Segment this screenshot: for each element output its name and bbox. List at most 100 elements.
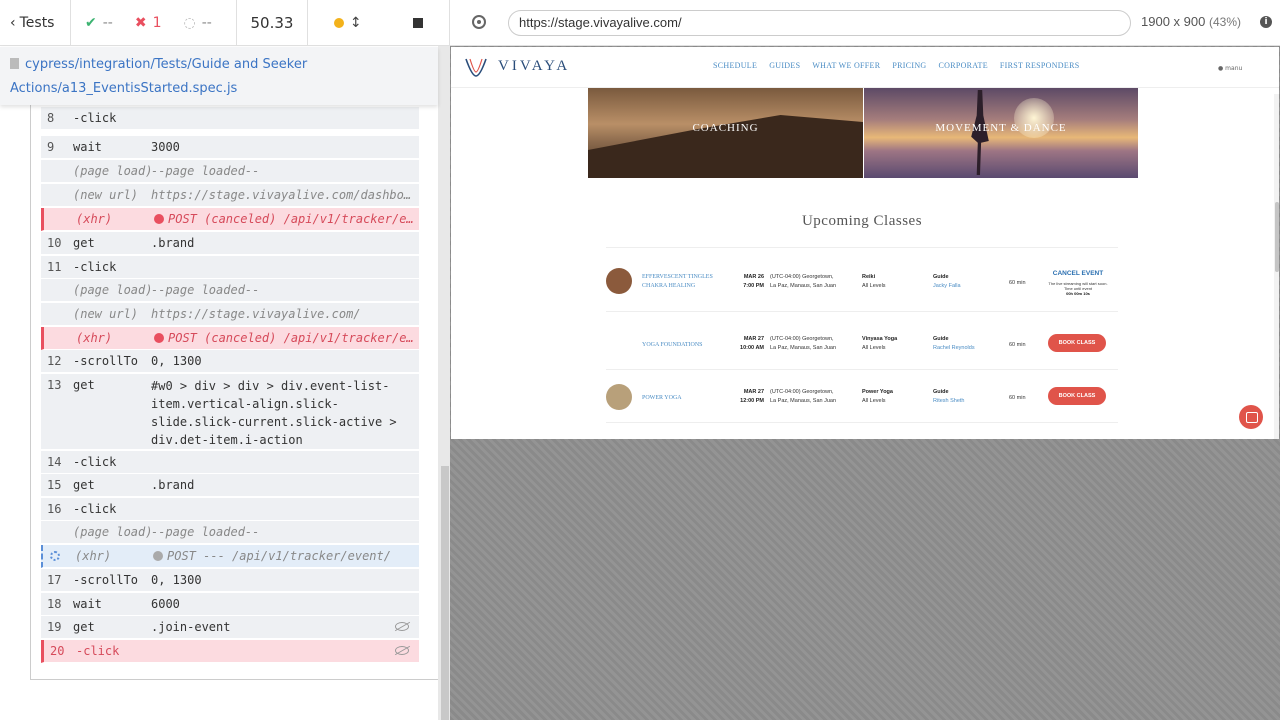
command-row[interactable]: (new url) https://stage.vivayalive.com/ (41, 303, 419, 326)
command-message-text: POST (canceled) /api/v1/tracker/e… (168, 212, 414, 226)
tests-button[interactable]: ‹ Tests (0, 0, 71, 46)
selector-playground-icon[interactable] (472, 15, 486, 29)
hero-label: MOVEMENT & DANCE (935, 122, 1067, 134)
stop-icon[interactable] (413, 17, 424, 28)
guide-avatar[interactable] (606, 384, 632, 410)
error-dot-icon (154, 333, 164, 343)
class-type: Power Yoga All Levels (862, 388, 922, 406)
command-row[interactable]: 10 get .brand (41, 232, 419, 255)
command-name: -scrollTo (73, 354, 139, 368)
hero-coaching-tile[interactable]: COACHING (588, 88, 863, 178)
site-nav: SCHEDULE GUIDES WHAT WE OFFER PRICING CO… (713, 61, 1079, 70)
info-icon[interactable]: i (1260, 16, 1272, 28)
class-duration: 60 min (1009, 342, 1026, 348)
command-message: POST (canceled) /api/v1/tracker/e… (154, 208, 419, 231)
pending-dot-icon (153, 551, 163, 561)
section-title: Upcoming Classes (801, 213, 923, 229)
command-row[interactable]: 14 -click (41, 451, 419, 474)
guide-name[interactable]: Ritesh Sheth (933, 397, 1003, 406)
reporter-scrollbar-thumb[interactable] (441, 466, 449, 720)
command-row[interactable]: 19 get .join-event (41, 616, 419, 639)
class-timezone: (UTC-04:00) Georgetown, La Paz, Manaus, … (770, 335, 860, 353)
command-message: https://stage.vivayalive.com/ (151, 307, 361, 321)
command-row[interactable]: 17 -scrollTo 0, 1300 (41, 569, 419, 592)
class-name[interactable]: YOGA FOUNDATIONS (642, 341, 722, 350)
command-row-pending[interactable]: (xhr) POST --- /api/v1/tracker/event/ (41, 545, 419, 568)
app-under-test: https://stage.vivayalive.com/ 1900 x 900… (450, 0, 1280, 720)
nav-pricing[interactable]: PRICING (892, 61, 926, 70)
auto-scroll-icon[interactable]: ↕ (350, 15, 362, 31)
command-number: 16 (47, 502, 62, 516)
command-row-failed[interactable]: 20 -click (41, 640, 419, 663)
running-dot-icon (333, 17, 344, 28)
command-name: get (73, 378, 95, 392)
command-row[interactable]: 11 -click (41, 256, 419, 279)
command-row[interactable]: (page load) --page loaded-- (41, 279, 419, 302)
command-message: .brand (151, 236, 195, 250)
command-row-failed[interactable]: (xhr) POST (canceled) /api/v1/tracker/e… (41, 208, 419, 231)
command-row[interactable]: (new url) https://stage.vivayalive.com/d… (41, 184, 419, 207)
spec-file-header[interactable]: cypress/integration/Tests/Guide and Seek… (0, 47, 438, 105)
file-icon (10, 58, 19, 69)
command-message: 0, 1300 (151, 573, 202, 587)
command-name: (new url) (73, 188, 139, 202)
guide-avatar[interactable] (606, 268, 632, 294)
command-row[interactable]: (page load) --page loaded-- (41, 521, 419, 544)
url-field[interactable]: https://stage.vivayalive.com/ (508, 10, 1131, 36)
book-class-button[interactable]: BOOK CLASS (1048, 334, 1106, 352)
cancel-event-button[interactable]: CANCEL EVENT (1044, 270, 1112, 277)
countdown: 00h 00m 10s (1066, 291, 1090, 296)
user-menu[interactable]: ● manu (1218, 65, 1242, 72)
command-row[interactable]: 9 wait 3000 (41, 136, 419, 159)
class-time: 12:00 PM (740, 398, 764, 404)
nav-corporate[interactable]: CORPORATE (939, 61, 988, 70)
class-name[interactable]: EFFERVESCENT TINGLES CHAKRA HEALING (642, 273, 722, 291)
nav-what-we-offer[interactable]: WHAT WE OFFER (812, 61, 880, 70)
command-row[interactable]: 8 -click (41, 107, 419, 130)
cross-icon: ✖ (134, 14, 147, 31)
command-row-failed[interactable]: (xhr) POST (canceled) /api/v1/tracker/e… (41, 327, 419, 350)
book-class-button[interactable]: BOOK CLASS (1048, 387, 1106, 405)
command-name: get (73, 478, 95, 492)
class-date: MAR 27 (743, 336, 764, 342)
nav-first-responders[interactable]: FIRST RESPONDERS (1000, 61, 1080, 70)
class-name[interactable]: POWER YOGA (642, 394, 722, 403)
guide-name[interactable]: Rachel Reynolds (933, 344, 1003, 353)
cancel-event: CANCEL EVENT The live streaming will sta… (1044, 270, 1112, 296)
command-row[interactable]: 13 get #w0 > div > div > div.event-list-… (41, 374, 419, 450)
nav-guides[interactable]: GUIDES (769, 61, 800, 70)
tz-line: La Paz, Manaus, San Juan (770, 398, 837, 404)
tz-line: La Paz, Manaus, San Juan (770, 345, 837, 351)
guide-name[interactable]: Jacky Falla (933, 282, 1003, 291)
command-message: .join-event (151, 620, 231, 634)
type-name: Reiki (862, 274, 876, 280)
divider (606, 247, 1118, 248)
chat-icon[interactable] (1239, 405, 1263, 429)
viewport-size: 1900 x 900 (1141, 14, 1206, 29)
command-name: -click (73, 111, 117, 125)
command-number: 19 (47, 620, 62, 634)
vivaya-logo-icon[interactable] (463, 56, 489, 78)
spec-path-line2: Actions/a13_EventisStarted.spec.js (10, 81, 238, 96)
command-name: (page load) (73, 283, 153, 297)
class-time: 7:00 PM (743, 283, 764, 289)
hero-dance-tile[interactable]: MOVEMENT & DANCE (864, 88, 1138, 178)
class-duration: 60 min (1009, 395, 1026, 401)
brand-logo[interactable]: VIVAYA (498, 58, 570, 75)
viewport-info[interactable]: 1900 x 900 (43%) (1141, 14, 1241, 29)
command-name: (new url) (73, 307, 139, 321)
command-row[interactable]: 16 -click (41, 498, 419, 521)
command-message-text: POST (canceled) /api/v1/tracker/e… (168, 331, 414, 345)
command-row[interactable]: 12 -scrollTo 0, 1300 (41, 350, 419, 373)
command-row[interactable]: 15 get .brand (41, 474, 419, 497)
class-datetime: MAR 26 7:00 PM (728, 273, 764, 291)
page-scrollbar-thumb[interactable] (1275, 202, 1279, 272)
command-message: 3000 (151, 140, 180, 154)
pending-circle-icon: ◌ (183, 14, 196, 31)
nav-schedule[interactable]: SCHEDULE (713, 61, 757, 70)
command-name: -click (76, 644, 120, 658)
aut-iframe: VIVAYA SCHEDULE GUIDES WHAT WE OFFER PRI… (451, 47, 1279, 439)
command-row[interactable]: (page load) --page loaded-- (41, 160, 419, 183)
user-name: manu (1225, 65, 1243, 72)
command-row[interactable]: 18 wait 6000 (41, 593, 419, 616)
